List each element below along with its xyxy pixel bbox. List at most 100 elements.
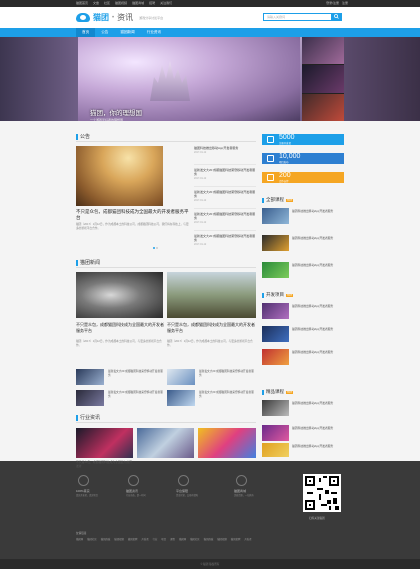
top-link[interactable]: 猫团商城 [132, 0, 144, 7]
sidebar-item[interactable]: 猫团科技推出移动App开发者服务 [262, 349, 344, 365]
news-title[interactable]: 不只是众包，成都猫团科技成为全国最大的开发者服务平台 [167, 322, 256, 333]
sidebar-title: 开发项目 [266, 292, 284, 297]
banner-thumb[interactable] [302, 65, 344, 93]
footer-link[interactable]: 猫团招聘 [231, 537, 241, 541]
hero-banner[interactable] [0, 37, 420, 121]
list-item[interactable]: 最新发文大20 成都猫团科技荣登移动开发者服务 2017-01-12 [194, 234, 256, 253]
list-item-date: 2017-01-12 [194, 199, 207, 202]
news-small-title[interactable]: 最新发文大20 成都猫团科技荣登移动开发者服务 [199, 370, 256, 377]
sidebar-item-text: 猫团科技推出移动App开发者服务 [292, 327, 334, 331]
news-small-image[interactable] [76, 390, 104, 406]
news-small-title[interactable]: 最新发文大20 成都猫团科技荣登移动开发者服务 [108, 391, 163, 398]
sidebar-item-text: 猫团科技推出移动App开发者服务 [292, 304, 334, 308]
footer-link[interactable]: 猫团网 [76, 537, 83, 541]
featured-image[interactable] [76, 146, 163, 206]
links-label: 友情链接 [76, 532, 87, 535]
list-item-title: 最新发文大20 成都猫团科技荣登移动开发者服务 [194, 212, 256, 220]
sidebar-item[interactable]: 猫团科技推出移动App开发者服务 [262, 443, 344, 457]
news-small-image[interactable] [167, 390, 195, 406]
industry-image[interactable] [76, 428, 133, 458]
sidebar-head-projects: 开发项目 HOT [262, 292, 294, 298]
sidebar-item[interactable]: 猫团科技推出移动App开发者服务 [262, 425, 344, 441]
footer-link[interactable]: 猫团社区 [190, 537, 200, 541]
industry-image[interactable] [198, 428, 256, 458]
nav-announcements[interactable]: 公告 [95, 28, 114, 37]
nav-news[interactable]: 猫团新闻 [114, 28, 140, 37]
footer: 100%真实 真实开发者，真实项目 猫团资讯 行业动态，第一时间 平台保障 资金… [0, 461, 420, 569]
list-item-title: 最新发文大20 成都猫团科技荣登移动开发者服务 [194, 190, 256, 198]
section-title-announcements: 公告 [76, 133, 90, 140]
hot-badge: HOT [286, 293, 294, 297]
industry-title[interactable]: 不只是众包，成都猫团科技成为全国最大的开发者 [76, 460, 133, 468]
register-link[interactable]: 注册 [342, 0, 348, 7]
footer-link[interactable]: 课程 [170, 537, 175, 541]
sidebar-title: 全部课程 [266, 197, 284, 202]
qr-code [303, 474, 341, 512]
sidebar-thumb [262, 235, 289, 251]
top-link[interactable]: 社区 [104, 0, 110, 7]
top-link[interactable]: 文章 [93, 0, 99, 7]
news-small-title[interactable]: 最新发文大20 成都猫团科技荣登移动开发者服务 [199, 391, 256, 398]
sidebar-item[interactable]: 猫团科技推出移动App开发者服务 [262, 208, 344, 224]
search-button[interactable] [331, 13, 342, 21]
footer-link[interactable]: 开发者 [244, 537, 251, 541]
section-bar [76, 414, 78, 421]
list-item[interactable]: 猫团科技推出移动App开发者服务 2017-01-12 [194, 146, 256, 165]
news-small-title[interactable]: 最新发文大20 成都猫团科技荣登移动开发者服务 [108, 370, 163, 377]
logo-dot: • [112, 14, 115, 21]
list-item[interactable]: 最新发文大20 成都猫团科技荣登移动开发者服务 2017-01-12 [194, 168, 256, 187]
carousel-dots [153, 247, 158, 249]
footer-link[interactable]: 猫团商城 [204, 537, 214, 541]
news-title[interactable]: 不只是众包，成都猫团科技成为全国最大的开发者服务平台 [76, 322, 164, 333]
search-input[interactable]: 请输入关键词 [263, 13, 341, 21]
carousel-dot[interactable] [156, 247, 158, 249]
news-small-image[interactable] [76, 369, 104, 385]
footer-link[interactable]: 猫团视频 [114, 537, 124, 541]
footer-link[interactable]: 猫团社区 [87, 537, 97, 541]
footer-link[interactable]: 猫团招聘 [128, 537, 138, 541]
news-small-image[interactable] [167, 369, 195, 385]
qr-code-icon [305, 476, 339, 510]
sidebar-item[interactable]: 猫团科技推出移动App开发者服务 [262, 326, 344, 342]
footer-link[interactable]: 猫团视频 [217, 537, 227, 541]
footer-link[interactable]: 项目 [161, 537, 166, 541]
footer-link[interactable]: 猫团商城 [101, 537, 111, 541]
footer-link[interactable]: 行业 [153, 537, 158, 541]
top-link[interactable]: 猫团首页 [76, 0, 88, 7]
banner-caption-box: 猫团，你的理想国 一个游戏爱好者的理想国 [90, 107, 142, 122]
sidebar-thumb [262, 262, 289, 278]
footer-link[interactable]: 猫团网 [179, 537, 186, 541]
sidebar-item[interactable]: 猫团科技推出移动App开发者服务 [262, 303, 344, 319]
sidebar-item[interactable]: 猫团科技推出移动App开发者服务 [262, 235, 344, 251]
banner-thumb[interactable] [302, 37, 344, 65]
top-link[interactable]: 招聘 [149, 0, 155, 7]
list-item-date: 2017-01-12 [194, 177, 207, 180]
nav-home[interactable]: 首页 [76, 28, 96, 37]
carousel-dot[interactable] [153, 247, 155, 249]
sidebar-item[interactable]: 猫团科技推出移动App开发者服务 [262, 262, 344, 278]
section-bar [76, 259, 78, 266]
list-item[interactable]: 最新发文大20 成都猫团科技荣登移动开发者服务 2017-01-12 [194, 190, 256, 209]
top-link[interactable]: 关注我们 [160, 0, 172, 7]
logo[interactable]: 猫团 • 资讯 游戏分享讨论平台 [76, 12, 163, 23]
news-image[interactable] [167, 272, 256, 318]
project-icon [267, 155, 274, 162]
divider [76, 422, 256, 423]
list-item-date: 2017-01-12 [194, 243, 207, 246]
featured-title[interactable]: 不只是众包，成都猫团科技成为全国最大的开发者服务平台 [76, 209, 191, 221]
industry-image[interactable] [137, 428, 194, 458]
top-bar: 猫团首页 文章 社区 猫团视频 猫团商城 招聘 关注我们 登录/注册 注册 [0, 0, 420, 7]
list-item-title: 猫团科技推出移动App开发者服务 [194, 146, 239, 150]
stat-label: 注册开发者 [279, 142, 291, 145]
section-title-news: 猫团新闻 [76, 259, 100, 266]
stat-label: 合作伙伴 [279, 180, 289, 183]
banner-thumb[interactable] [302, 93, 344, 121]
sidebar-item[interactable]: 猫团科技推出移动App开发者服务 [262, 400, 344, 416]
news-image[interactable] [76, 272, 163, 318]
nav-industry[interactable]: 行业资讯 [141, 28, 167, 37]
list-item[interactable]: 最新发文大20 成都猫团科技荣登移动开发者服务 2017-01-12 [194, 212, 256, 231]
footer-link[interactable]: 开发者 [141, 537, 148, 541]
news-icon [128, 475, 139, 486]
top-link[interactable]: 猫团视频 [115, 0, 127, 7]
login-link[interactable]: 登录/注册 [326, 0, 339, 7]
